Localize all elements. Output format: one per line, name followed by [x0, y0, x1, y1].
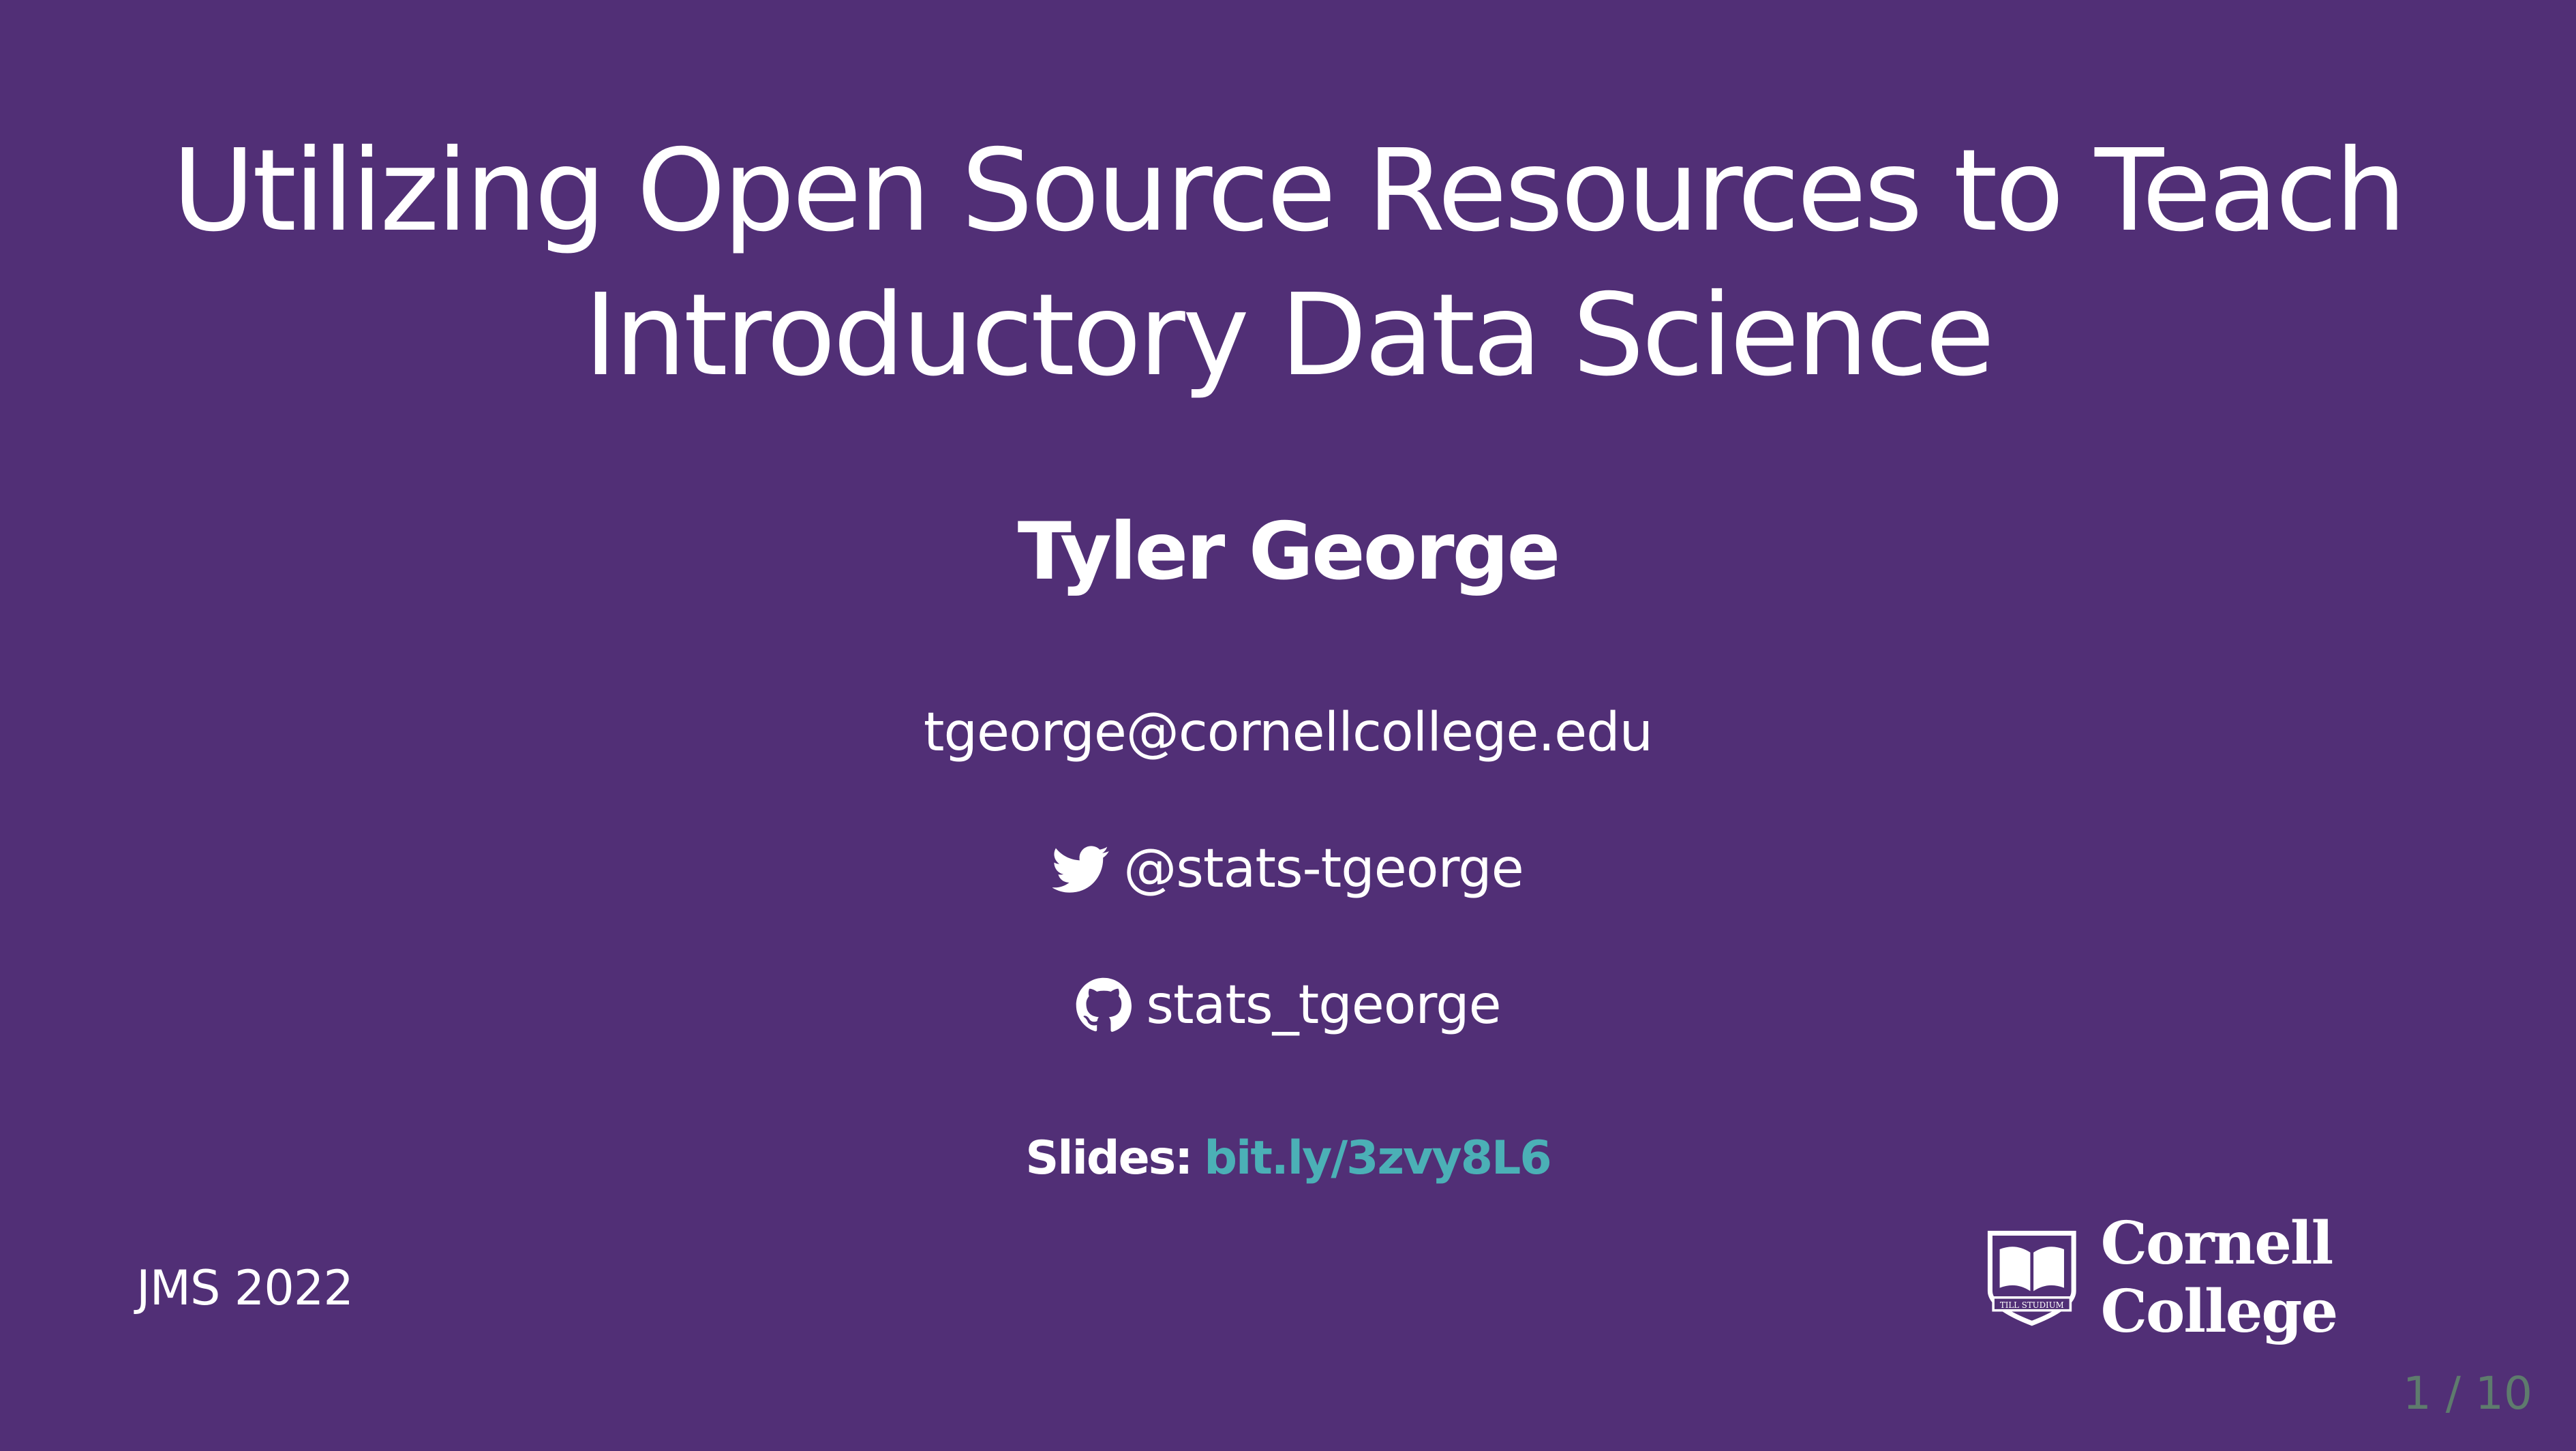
- email-line: tgeorge@cornellcollege.edu: [0, 699, 2576, 767]
- slide-title-line-2: Introductory Data Science: [584, 270, 1995, 401]
- cornell-college-logo: TILL STUDIUM Cornell College: [1984, 1210, 2576, 1346]
- slides-link[interactable]: bit.ly/3zvy8L6: [1204, 1125, 1551, 1193]
- slide: Utilizing Open Source Resources to Teach…: [0, 0, 2576, 1451]
- github-icon: [1075, 977, 1132, 1034]
- github-line: stats_tgeorge: [0, 971, 2576, 1039]
- slides-line: Slides: bit.ly/3zvy8L6: [0, 1125, 2576, 1193]
- author-name: Tyler George: [1017, 506, 1561, 598]
- twitter-line: @stats-tgeorge: [0, 835, 2576, 903]
- page-number: 1 / 10: [2402, 1367, 2532, 1420]
- slides-label: Slides:: [1025, 1131, 1193, 1185]
- slide-title: Utilizing Open Source Resources to Teach…: [0, 119, 2576, 408]
- twitter-bird-icon: [1052, 840, 1110, 898]
- email-address: tgeorge@cornellcollege.edu: [923, 702, 1653, 763]
- github-handle: stats_tgeorge: [1146, 975, 1501, 1036]
- slide-title-line-1: Utilizing Open Source Resources to Teach: [172, 125, 2406, 257]
- college-name: Cornell College: [2100, 1209, 2339, 1346]
- twitter-handle: @stats-tgeorge: [1123, 838, 1524, 900]
- conference-label: JMS 2022: [136, 1260, 354, 1316]
- svg-text:TILL STUDIUM: TILL STUDIUM: [2000, 1300, 2064, 1310]
- college-seal-icon: TILL STUDIUM: [1984, 1225, 2080, 1331]
